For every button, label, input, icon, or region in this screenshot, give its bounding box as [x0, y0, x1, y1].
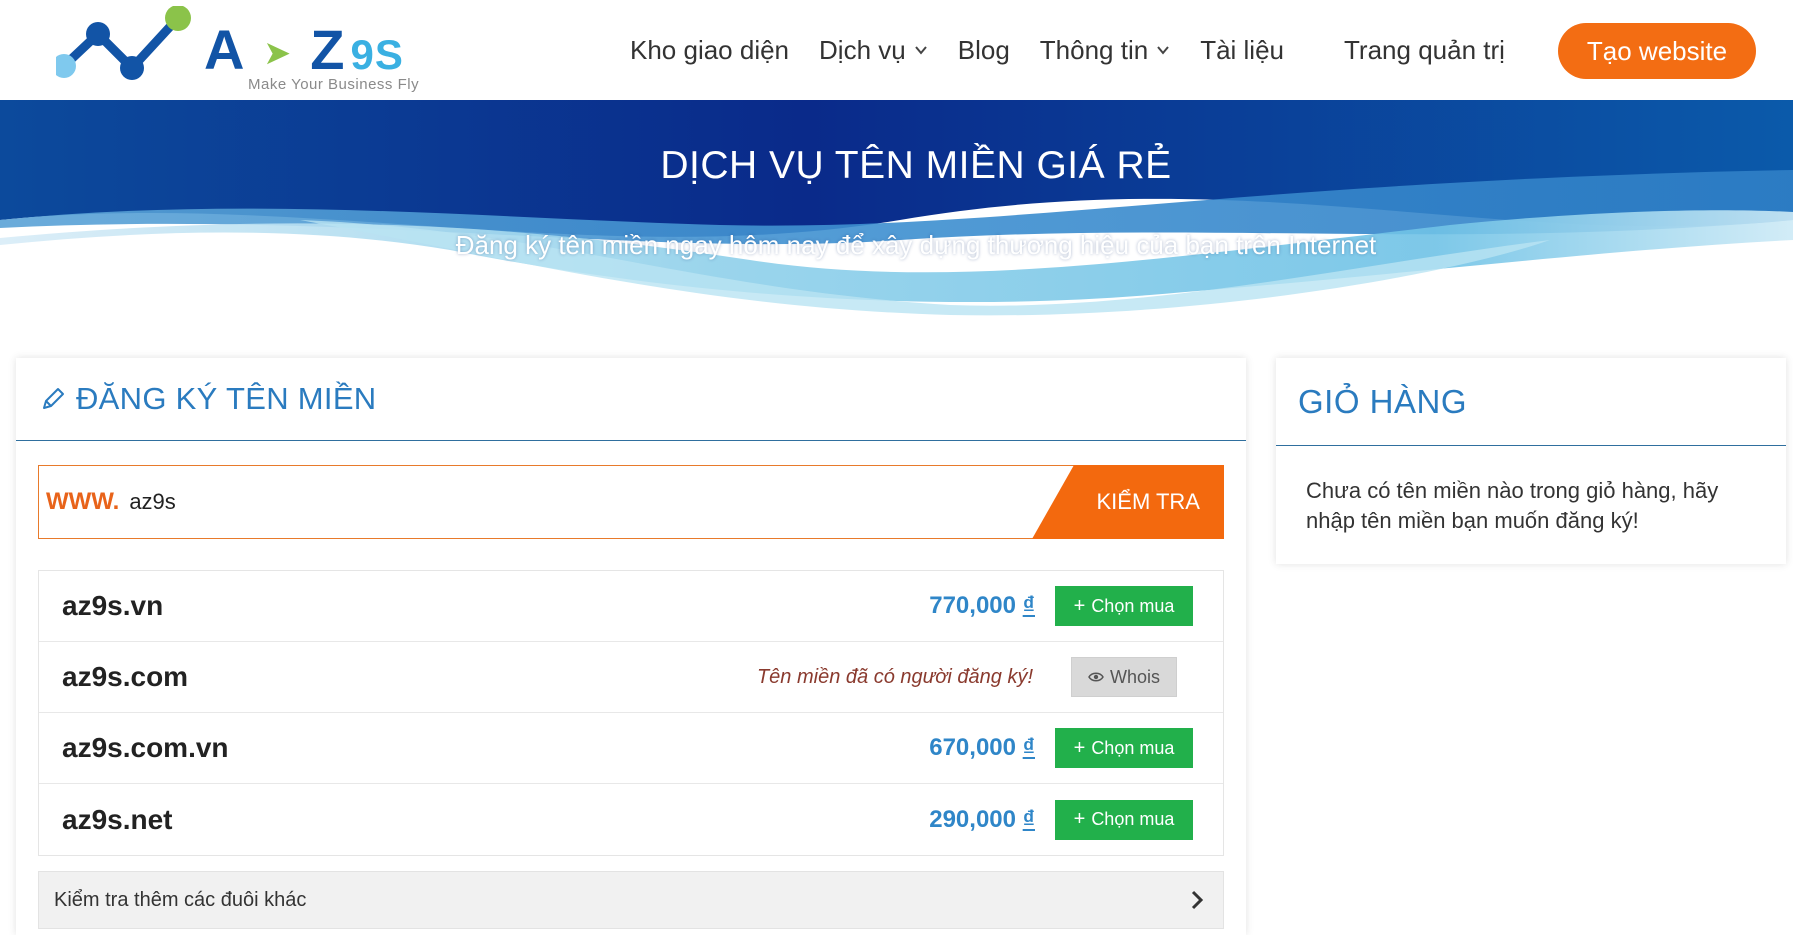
domain-taken-status: Tên miền đã có người đăng ký! [757, 666, 1033, 689]
panel-title: ĐĂNG KÝ TÊN MIỀN [76, 381, 377, 417]
buy-button[interactable]: +Chọn mua [1055, 728, 1193, 768]
www-prefix: WWW. [46, 488, 119, 516]
panel-header: ĐĂNG KÝ TÊN MIỀN [16, 358, 1246, 441]
whois-button[interactable]: Whois [1071, 657, 1177, 697]
domain-price[interactable]: 770,000 ₫ [929, 592, 1035, 620]
domain-name: az9s.vn [62, 590, 163, 622]
domain-price[interactable]: 670,000 ₫ [929, 734, 1035, 762]
create-website-button[interactable]: Tạo website [1558, 23, 1756, 79]
domain-name: az9s.net [62, 804, 173, 836]
hero-banner: DỊCH VỤ TÊN MIỀN GIÁ RẺ Đăng ký tên miền… [0, 100, 1793, 320]
chevron-down-icon [1156, 43, 1170, 57]
site-header: A ➤ Z9S Make Your Business Fly Kho giao … [0, 0, 1793, 100]
plus-icon: + [1074, 595, 1086, 618]
nav-item-info[interactable]: Thông tin [1040, 35, 1170, 66]
domain-results-list: az9s.vn 770,000 ₫ +Chọn mua az9s.com Tên… [38, 570, 1224, 856]
domain-register-panel: ĐĂNG KÝ TÊN MIỀN WWW. KIỂM TRA az9s.vn 7… [16, 358, 1246, 935]
domain-search-bar: WWW. KIỂM TRA [38, 465, 1224, 539]
buy-button[interactable]: +Chọn mua [1055, 586, 1193, 626]
banner-subtitle: Đăng ký tên miền ngay hôm nay để xây dựn… [0, 230, 1793, 261]
nav-item-docs[interactable]: Tài liệu [1200, 35, 1284, 66]
pencil-icon [40, 386, 66, 412]
cart-title: GIỎ HÀNG [1298, 383, 1467, 421]
banner-title: DỊCH VỤ TÊN MIỀN GIÁ RẺ [0, 144, 1793, 188]
banner-wave-background [0, 100, 1793, 320]
plus-icon: + [1074, 808, 1086, 831]
domain-row: az9s.net 290,000 ₫ +Chọn mua [39, 784, 1223, 855]
nav-item-admin[interactable]: Trang quản trị [1344, 35, 1505, 66]
domain-name: az9s.com.vn [62, 732, 229, 764]
cart-panel: GIỎ HÀNG Chưa có tên miền nào trong giỏ … [1276, 358, 1786, 564]
nav-item-themes[interactable]: Kho giao diện [630, 35, 789, 66]
domain-row: az9s.vn 770,000 ₫ +Chọn mua [39, 571, 1223, 642]
cart-header: GIỎ HÀNG [1276, 358, 1786, 446]
nav-item-services[interactable]: Dịch vụ [819, 35, 928, 66]
site-logo[interactable]: A ➤ Z9S Make Your Business Fly [56, 6, 426, 96]
domain-row: az9s.com.vn 670,000 ₫ +Chọn mua [39, 713, 1223, 784]
buy-button[interactable]: +Chọn mua [1055, 800, 1193, 840]
check-more-label: Kiểm tra thêm các đuôi khác [54, 889, 306, 912]
cart-empty-message: Chưa có tên miền nào trong giỏ hàng, hãy… [1276, 446, 1786, 536]
logo-graph-icon [56, 6, 206, 96]
nav-item-blog[interactable]: Blog [958, 35, 1010, 66]
plus-icon: + [1074, 737, 1086, 760]
logo-tagline: Make Your Business Fly [248, 76, 419, 93]
chevron-down-icon [914, 43, 928, 57]
check-more-extensions[interactable]: Kiểm tra thêm các đuôi khác [38, 871, 1224, 929]
chevron-right-icon [1189, 890, 1205, 910]
domain-row: az9s.com Tên miền đã có người đăng ký! W… [39, 642, 1223, 713]
domain-name: az9s.com [62, 661, 188, 693]
check-domain-button[interactable]: KIỂM TRA [1032, 465, 1224, 539]
domain-search-input[interactable] [129, 482, 1029, 522]
domain-price[interactable]: 290,000 ₫ [929, 806, 1035, 834]
main-nav: Kho giao diện Dịch vụ Blog Thông tin Tài… [630, 32, 1535, 68]
eye-icon [1088, 671, 1104, 683]
